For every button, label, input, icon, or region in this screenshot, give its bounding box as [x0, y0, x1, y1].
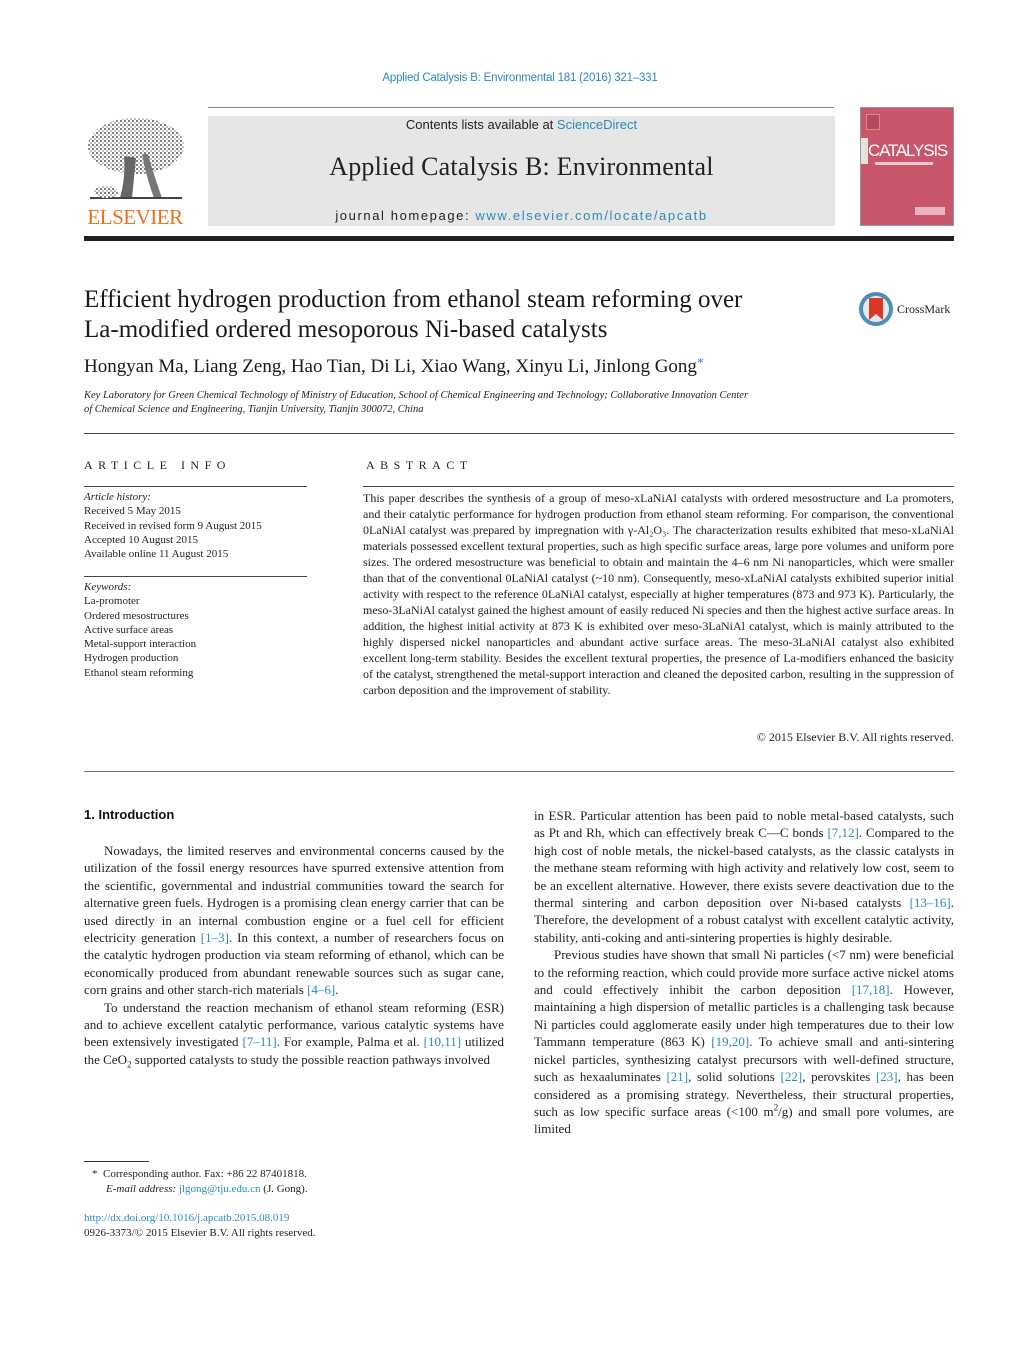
abstract-divider: [84, 771, 954, 772]
keywords-label: Keywords:: [84, 581, 132, 593]
elsevier-logo[interactable]: ELSEVIER: [84, 116, 186, 228]
cover-title: CATALYSIS: [868, 141, 948, 160]
doi-block: http://dx.doi.org/10.1016/j.apcatb.2015.…: [84, 1211, 504, 1240]
crossmark-icon: [859, 292, 893, 326]
cover-subtitle-bar: [875, 162, 933, 165]
keywords: Keywords: La-promoter Ordered mesostruct…: [84, 580, 314, 680]
crossmark-badge[interactable]: CrossMark: [858, 290, 958, 330]
citation-link[interactable]: [19,20]: [711, 1034, 749, 1049]
crossmark-label: CrossMark: [897, 302, 951, 316]
abstract-text: This paper describes the synthesis of a …: [363, 491, 954, 697]
elsevier-tree-icon: [88, 118, 184, 199]
abstract-copyright: © 2015 Elsevier B.V. All rights reserved…: [756, 730, 954, 744]
email-suffix: (J. Gong).: [260, 1182, 308, 1195]
body-column-right: in ESR. Particular attention has been pa…: [534, 807, 954, 1138]
journal-banner: Contents lists available at ScienceDirec…: [208, 116, 835, 226]
citation-link[interactable]: [7,12]: [827, 825, 858, 840]
body-column-left: Nowadays, the limited reserves and envir…: [84, 842, 504, 1069]
citation-link[interactable]: [13–16]: [910, 895, 951, 910]
elsevier-wordmark: ELSEVIER: [87, 205, 183, 229]
paragraph: Previous studies have shown that small N…: [534, 946, 954, 1137]
history-item: Received in revised form 9 August 2015: [84, 519, 262, 532]
history-item: Accepted 10 August 2015: [84, 533, 198, 546]
history-item: Received 5 May 2015: [84, 505, 181, 518]
abstract-rule: [363, 486, 954, 487]
email-label: E-mail address:: [106, 1182, 179, 1195]
title-block-divider: [84, 433, 954, 434]
journal-homepage: journal homepage: www.elsevier.com/locat…: [208, 208, 835, 223]
author-list: Hongyan Ma, Liang Zeng, Hao Tian, Di Li,…: [84, 356, 704, 378]
article-title-line-2: La-modified ordered mesoporous Ni-based …: [84, 316, 608, 343]
footnote-mark: *: [92, 1168, 98, 1180]
doi-link[interactable]: http://dx.doi.org/10.1016/j.apcatb.2015.…: [84, 1211, 504, 1226]
paragraph: in ESR. Particular attention has been pa…: [534, 807, 954, 946]
homepage-link[interactable]: www.elsevier.com/locate/apcatb: [475, 208, 707, 223]
keyword-item: Ethanol steam reforming: [84, 666, 194, 679]
citation-link[interactable]: [10,11]: [424, 1034, 461, 1049]
keyword-item: Active surface areas: [84, 623, 174, 636]
citation-link[interactable]: [7–11]: [242, 1034, 276, 1049]
article-history: Article history: Received 5 May 2015 Rec…: [84, 490, 314, 561]
corresponding-author-text: Corresponding author. Fax: +86 22 874018…: [103, 1168, 307, 1180]
citation-link[interactable]: [21]: [666, 1069, 688, 1084]
citation-link[interactable]: [23]: [876, 1069, 898, 1084]
article-title-line-1: Efficient hydrogen production from ethan…: [84, 286, 743, 313]
keyword-item: Hydrogen production: [84, 652, 179, 665]
article-info-heading: ARTICLE INFO: [84, 458, 231, 472]
text: . For example, Palma et al.: [276, 1034, 424, 1050]
footnote-rule: [84, 1161, 149, 1162]
affiliation: Key Laboratory for Green Chemical Techno…: [84, 389, 844, 417]
paragraph: Nowadays, the limited reserves and envir…: [84, 842, 504, 999]
authors-text: Hongyan Ma, Liang Zeng, Hao Tian, Di Li,…: [84, 356, 697, 377]
text: , perovskites: [802, 1069, 876, 1085]
citation-link[interactable]: [1–3]: [201, 930, 229, 945]
article-title: Efficient hydrogen production from ethan…: [84, 285, 824, 345]
keyword-item: La-promoter: [84, 595, 140, 608]
citation-link[interactable]: [17,18]: [852, 982, 890, 997]
sciencedirect-link[interactable]: ScienceDirect: [557, 117, 637, 132]
keyword-item: Metal-support interaction: [84, 638, 197, 651]
text: .: [335, 982, 339, 998]
history-item: Available online 11 August 2015: [84, 548, 229, 561]
journal-title: Applied Catalysis B: Environmental: [329, 152, 714, 181]
corresponding-author-footnote: * Corresponding author. Fax: +86 22 8740…: [92, 1167, 512, 1196]
contents-line: Contents lists available at ScienceDirec…: [208, 117, 835, 132]
text: supported catalysts to study the possibl…: [131, 1051, 491, 1067]
contents-prefix: Contents lists available at: [405, 117, 557, 132]
affiliation-line-1: Key Laboratory for Green Chemical Techno…: [84, 390, 749, 401]
paragraph: To understand the reaction mechanism of …: [84, 999, 504, 1069]
header-thick-rule: [84, 236, 954, 241]
affiliation-line-2: of Chemical Science and Engineering, Tia…: [84, 404, 424, 415]
email-link[interactable]: jlgong@tju.edu.cn: [179, 1183, 261, 1195]
journal-cover-thumbnail[interactable]: CATALYSIS: [860, 107, 954, 226]
homepage-prefix: journal homepage:: [335, 208, 476, 223]
journal-reference[interactable]: Applied Catalysis B: Environmental 181 (…: [0, 72, 1020, 84]
text: , solid solutions: [688, 1069, 781, 1085]
citation-link[interactable]: [4–6]: [307, 982, 335, 997]
abstract-heading: ABSTRACT: [366, 458, 473, 472]
issn-copyright: 0926-3373/© 2015 Elsevier B.V. All right…: [84, 1226, 316, 1239]
article-history-label: Article history:: [84, 491, 151, 503]
cover-footer-mark: [915, 207, 945, 215]
section-heading-introduction: 1. Introduction: [84, 807, 175, 822]
header-top-rule: [208, 107, 834, 108]
article-info-rule: [84, 486, 307, 487]
cover-publisher-mark: [866, 114, 880, 130]
citation-link[interactable]: [22]: [781, 1069, 803, 1084]
keywords-rule: [84, 576, 307, 577]
keyword-item: Ordered mesostructures: [84, 609, 189, 622]
corresponding-author-mark[interactable]: *: [697, 356, 704, 371]
